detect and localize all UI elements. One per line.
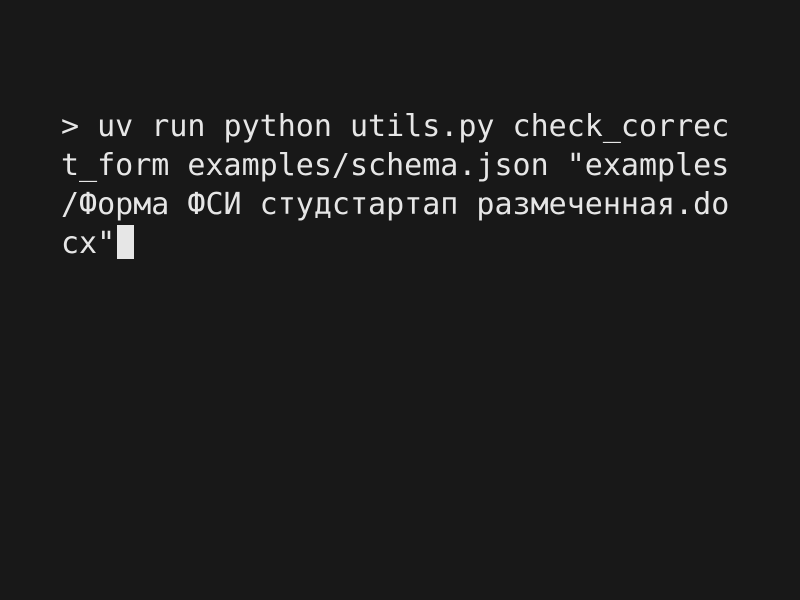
text-cursor [117,225,135,259]
prompt-symbol: > [61,109,80,144]
command-text-2: t_form examples/schema.json "examples [61,148,730,183]
command-text-4: cx" [61,226,116,261]
command-line-3: /Форма ФСИ студстартап размеченная.do [61,185,800,224]
terminal-window[interactable]: > uv run python utils.py check_correc t_… [0,0,800,600]
command-text-3: /Форма ФСИ студстартап размеченная.do [61,187,730,222]
command-line-1: > uv run python utils.py check_correc [61,107,800,146]
command-line-4: cx" [61,224,800,263]
command-text-1: uv run python utils.py check_correc [79,109,730,144]
command-line-2: t_form examples/schema.json "examples [61,146,800,185]
